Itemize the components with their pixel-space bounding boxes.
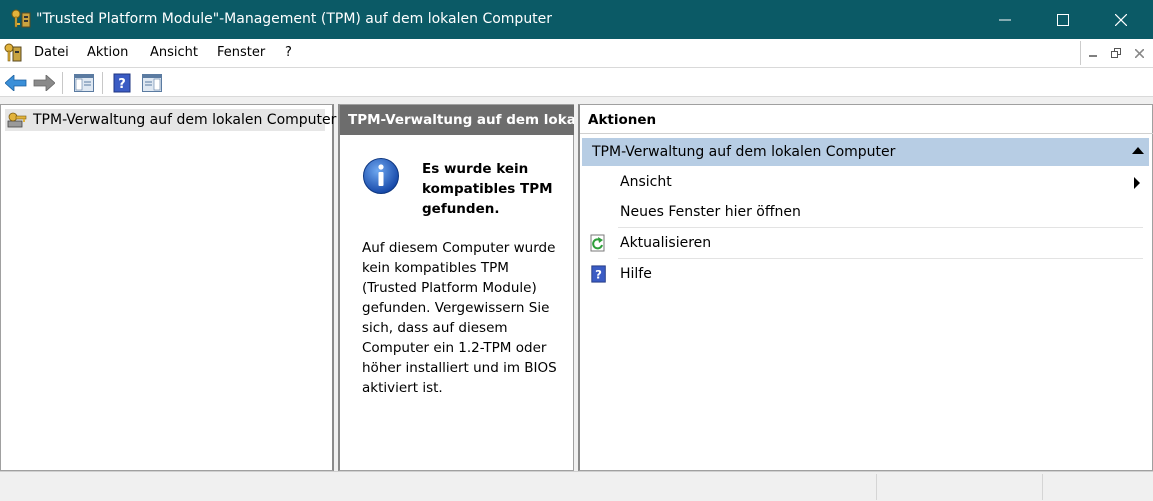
action-hilfe[interactable]: ? Hilfe [582, 259, 1145, 289]
action-label: Hilfe [620, 266, 652, 282]
submenu-arrow-icon [1134, 177, 1140, 189]
menu-bar: Datei Aktion Ansicht Fenster ? [0, 39, 1153, 67]
results-pane: TPM-Verwaltung auf dem loka... Es wurde … [338, 104, 574, 471]
tree-item-label: TPM-Verwaltung auf dem lokalen Computer [33, 112, 337, 128]
show-hide-console-tree-icon [74, 74, 94, 92]
console-tree-pane: TPM-Verwaltung auf dem lokalen Computer [0, 104, 336, 471]
show-hide-action-pane-icon [142, 74, 162, 92]
minimize-button[interactable] [976, 0, 1034, 39]
action-label: Ansicht [620, 174, 672, 190]
refresh-icon [590, 234, 605, 252]
tpm-key-icon [11, 9, 31, 28]
back-arrow-icon [5, 75, 27, 91]
info-body-text: Auf diesem Computer wurde kein kompatibl… [362, 240, 557, 396]
action-ansicht[interactable]: Ansicht [582, 167, 1145, 197]
tpm-computer-icon [7, 112, 27, 128]
maximize-icon [1057, 13, 1069, 26]
title-bar[interactable]: "Trusted Platform Module"-Management (TP… [0, 0, 1153, 39]
show-hide-console-tree-button[interactable] [72, 71, 96, 95]
status-bar-divider [1042, 474, 1043, 500]
maximize-button[interactable] [1034, 0, 1092, 39]
help-button[interactable]: ? [110, 71, 134, 95]
system-menu-icon[interactable] [4, 43, 22, 63]
toolbar: ? [0, 67, 1153, 97]
minimize-icon [999, 19, 1011, 20]
actions-group-label: TPM-Verwaltung auf dem lokalen Computer [592, 144, 896, 160]
toolbar-separator [62, 72, 63, 94]
minimize-icon [1089, 55, 1097, 57]
forward-arrow-icon [33, 75, 55, 91]
collapse-arrow-icon[interactable] [1132, 147, 1144, 154]
mdi-close-button[interactable] [1129, 43, 1149, 63]
action-label: Aktualisieren [620, 235, 712, 251]
mdi-restore-button[interactable] [1106, 43, 1126, 63]
status-bar [0, 471, 1153, 501]
action-aktualisieren[interactable]: Aktualisieren [582, 228, 1145, 258]
actions-pane: Aktionen TPM-Verwaltung auf dem lokalen … [578, 104, 1153, 471]
mdi-window-controls [1080, 41, 1153, 65]
restore-icon [1111, 48, 1121, 58]
toolbar-separator [102, 72, 103, 94]
actions-pane-header: Aktionen [580, 105, 1153, 134]
forward-button[interactable] [32, 71, 56, 95]
help-icon: ? [113, 73, 131, 93]
menu-help[interactable]: ? [285, 39, 292, 67]
info-icon [363, 158, 399, 194]
menu-aktion[interactable]: Aktion [87, 39, 128, 67]
action-neues-fenster[interactable]: Neues Fenster hier öffnen [582, 197, 1145, 227]
show-hide-action-pane-button[interactable] [140, 71, 164, 95]
results-pane-header: TPM-Verwaltung auf dem loka... [340, 105, 574, 135]
close-icon [1134, 48, 1144, 58]
status-bar-divider [876, 474, 877, 500]
svg-text:?: ? [595, 268, 602, 282]
back-button[interactable] [4, 71, 28, 95]
svg-text:?: ? [118, 77, 126, 92]
menu-fenster[interactable]: Fenster [217, 39, 265, 67]
tree-item-tpm-management[interactable]: TPM-Verwaltung auf dem lokalen Computer [5, 109, 336, 131]
mdi-minimize-button[interactable] [1083, 43, 1103, 63]
window-title: "Trusted Platform Module"-Management (TP… [36, 11, 553, 27]
close-icon [1115, 13, 1127, 26]
info-heading: Es wurde kein kompatibles TPM gefunden. [422, 161, 553, 217]
close-button[interactable] [1092, 0, 1150, 39]
menu-datei[interactable]: Datei [34, 39, 69, 67]
help-icon: ? [591, 265, 606, 283]
menu-ansicht[interactable]: Ansicht [150, 39, 198, 67]
actions-group-header[interactable]: TPM-Verwaltung auf dem lokalen Computer [582, 138, 1149, 166]
action-label: Neues Fenster hier öffnen [620, 204, 801, 220]
